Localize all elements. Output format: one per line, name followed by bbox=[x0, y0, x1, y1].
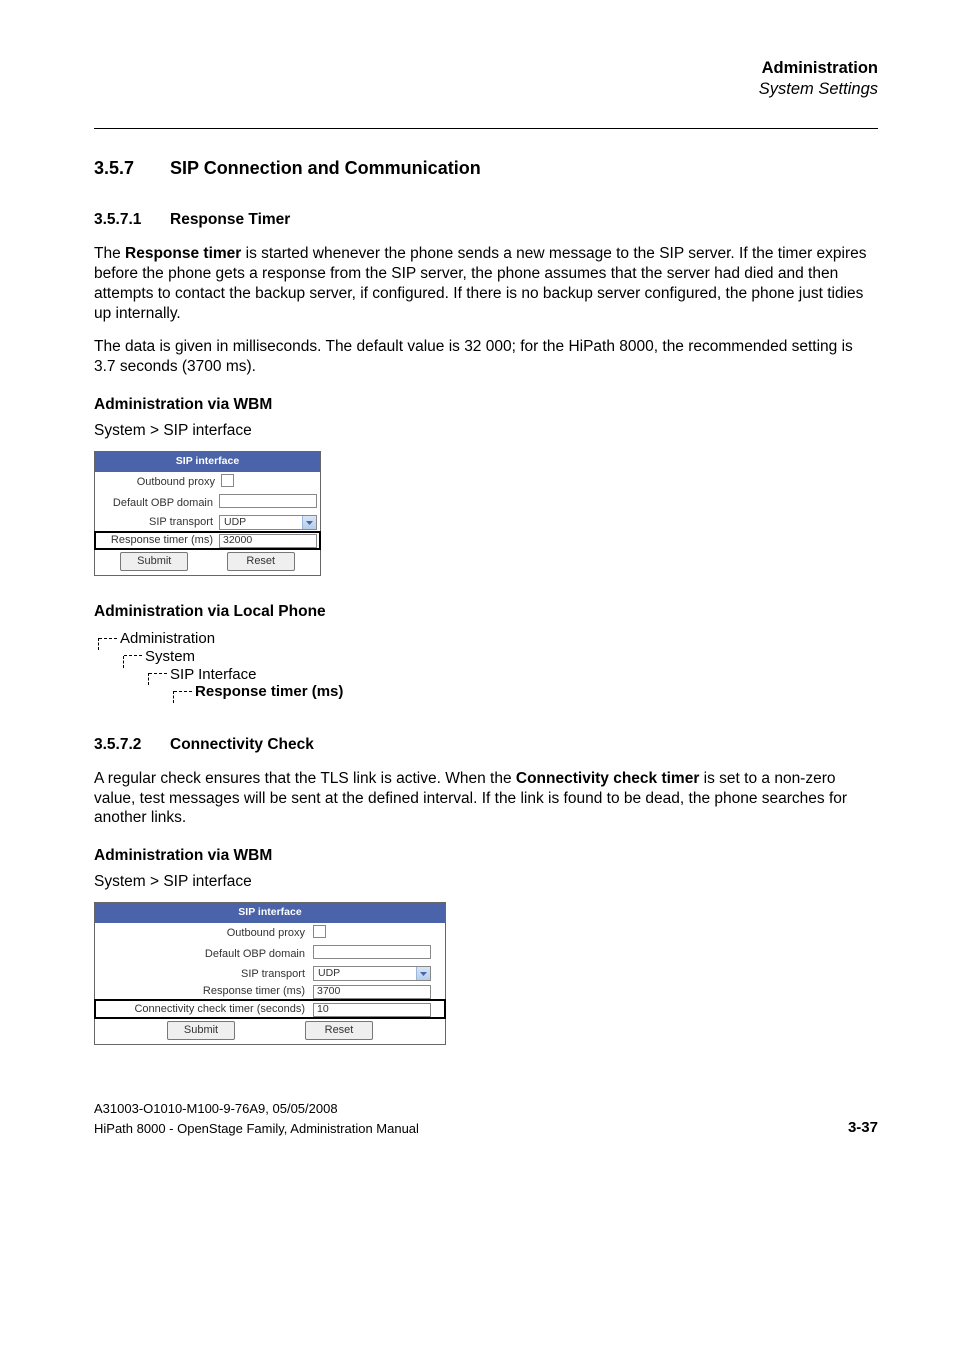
input-connectivity-timer[interactable]: 10 bbox=[313, 1003, 431, 1017]
footer-line-2: HiPath 8000 - OpenStage Family, Administ… bbox=[94, 1121, 419, 1138]
bold-phrase-connectivity: Connectivity check timer bbox=[516, 770, 699, 787]
breadcrumb-1: System > SIP interface bbox=[94, 421, 878, 441]
checkbox-outbound-proxy-2[interactable] bbox=[313, 925, 326, 938]
row-sip-transport: SIP transport UDP bbox=[95, 513, 320, 531]
tree-node-system: System bbox=[145, 648, 195, 665]
tree-node-administration: Administration bbox=[120, 630, 215, 647]
page-header-title: Administration bbox=[94, 58, 878, 79]
panel-title: SIP interface bbox=[95, 452, 320, 472]
select-sip-transport-value: UDP bbox=[224, 516, 246, 529]
reset-button[interactable]: Reset bbox=[227, 552, 295, 571]
row-response-timer-highlighted: Response timer (ms) 32000 bbox=[95, 532, 320, 550]
row-sip-transport-2: SIP transport UDP bbox=[95, 964, 445, 982]
submit-button[interactable]: Submit bbox=[120, 552, 188, 571]
footer-line-1: A31003-O1010-M100-9-76A9, 05/05/2008 bbox=[94, 1101, 878, 1118]
input-default-obp[interactable] bbox=[219, 494, 317, 508]
label-response-timer-2: Response timer (ms) bbox=[95, 984, 313, 998]
label-sip-transport: SIP transport bbox=[95, 515, 219, 529]
input-response-timer-2[interactable]: 3700 bbox=[313, 985, 431, 999]
section-title-text: SIP Connection and Communication bbox=[170, 157, 481, 180]
section-3-5-7-heading: 3.5.7 SIP Connection and Communication bbox=[94, 157, 878, 180]
page-number: 3-37 bbox=[848, 1118, 878, 1138]
row-default-obp-2: Default OBP domain bbox=[95, 943, 445, 964]
checkbox-outbound-proxy[interactable] bbox=[221, 474, 234, 487]
subsection-number-2: 3.5.7.2 bbox=[94, 735, 170, 755]
input-response-timer[interactable]: 32000 bbox=[219, 534, 317, 548]
label-response-timer: Response timer (ms) bbox=[95, 533, 219, 547]
tree-node-sip-interface: SIP Interface bbox=[170, 666, 256, 683]
row-response-timer-2: Response timer (ms) 3700 bbox=[95, 983, 445, 1001]
subheading-admin-wbm-1: Administration via WBM bbox=[94, 395, 878, 415]
input-default-obp-2[interactable] bbox=[313, 945, 431, 959]
row-connectivity-timer-highlighted: Connectivity check timer (seconds) 10 bbox=[95, 1000, 445, 1018]
section-3-5-7-2-heading: 3.5.7.2 Connectivity Check bbox=[94, 735, 878, 755]
bold-phrase-response-timer: Response timer bbox=[125, 245, 241, 262]
select-sip-transport-value-2: UDP bbox=[318, 967, 340, 980]
row-outbound-proxy-2: Outbound proxy bbox=[95, 923, 445, 943]
select-sip-transport-2[interactable]: UDP bbox=[313, 966, 431, 981]
subheading-admin-local: Administration via Local Phone bbox=[94, 602, 878, 622]
chevron-down-icon bbox=[302, 516, 316, 529]
section-3-5-7-1-heading: 3.5.7.1 Response Timer bbox=[94, 210, 878, 230]
submit-button-2[interactable]: Submit bbox=[167, 1021, 235, 1040]
label-default-obp: Default OBP domain bbox=[95, 496, 219, 510]
panel-title-2: SIP interface bbox=[95, 903, 445, 923]
row-outbound-proxy: Outbound proxy bbox=[95, 472, 320, 492]
breadcrumb-2: System > SIP interface bbox=[94, 872, 878, 892]
page-footer: A31003-O1010-M100-9-76A9, 05/05/2008 HiP… bbox=[94, 1101, 878, 1137]
label-outbound-proxy: Outbound proxy bbox=[95, 475, 221, 489]
paragraph-response-timer-desc: The Response timer is started whenever t… bbox=[94, 244, 878, 323]
subheading-admin-wbm-2: Administration via WBM bbox=[94, 846, 878, 866]
section-number: 3.5.7 bbox=[94, 157, 170, 180]
subsection-title-text: Response Timer bbox=[170, 210, 290, 230]
panel-footer: Submit Reset bbox=[95, 549, 320, 575]
tree-node-response-timer: Response timer (ms) bbox=[195, 683, 343, 700]
row-default-obp: Default OBP domain bbox=[95, 492, 320, 513]
label-default-obp-2: Default OBP domain bbox=[95, 947, 313, 961]
paragraph-connectivity-check: A regular check ensures that the TLS lin… bbox=[94, 769, 878, 828]
chevron-down-icon bbox=[416, 967, 430, 980]
sip-interface-panel-1: SIP interface Outbound proxy Default OBP… bbox=[94, 451, 321, 577]
panel-footer-2: Submit Reset bbox=[95, 1018, 445, 1044]
subsection-number: 3.5.7.1 bbox=[94, 210, 170, 230]
paragraph-response-timer-default: The data is given in milliseconds. The d… bbox=[94, 337, 878, 377]
label-outbound-proxy-2: Outbound proxy bbox=[95, 926, 313, 940]
header-rule bbox=[94, 128, 878, 129]
subsection-title-text-2: Connectivity Check bbox=[170, 735, 314, 755]
label-connectivity-timer: Connectivity check timer (seconds) bbox=[95, 1002, 313, 1016]
page-header-subtitle: System Settings bbox=[94, 79, 878, 100]
menu-tree: Administration System SIP Interface Resp… bbox=[98, 630, 878, 701]
label-sip-transport-2: SIP transport bbox=[95, 967, 313, 981]
sip-interface-panel-2: SIP interface Outbound proxy Default OBP… bbox=[94, 902, 446, 1045]
reset-button-2[interactable]: Reset bbox=[305, 1021, 373, 1040]
select-sip-transport[interactable]: UDP bbox=[219, 515, 317, 530]
